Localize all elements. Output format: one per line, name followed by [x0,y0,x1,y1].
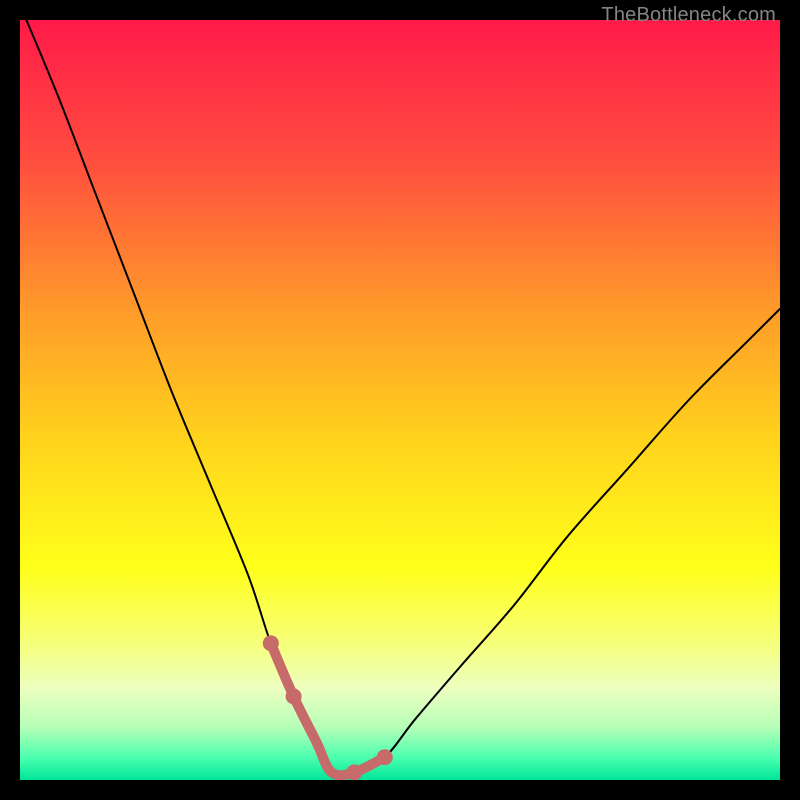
marker-point [286,688,302,704]
marker-point [377,749,393,765]
marker-point [346,764,362,780]
plot-area [20,20,780,780]
series-bottleneck-curve [20,20,780,775]
watermark-text: TheBottleneck.com [601,4,776,27]
chart-frame: TheBottleneck.com [0,0,800,800]
marker-point [263,635,279,651]
curve-layer [20,20,780,780]
series-highlight-band [271,643,385,775]
